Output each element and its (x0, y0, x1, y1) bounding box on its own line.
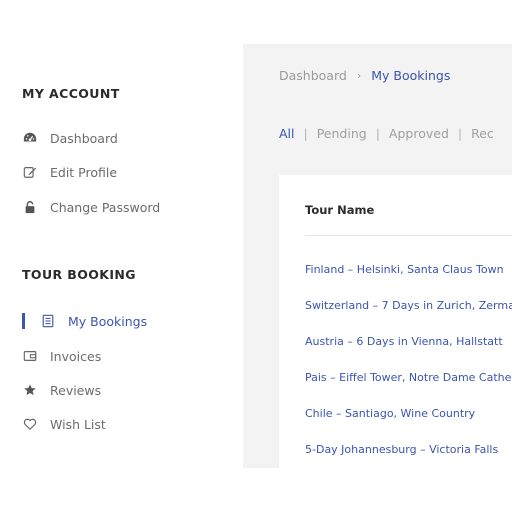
wallet-icon (22, 348, 38, 364)
star-icon (22, 382, 38, 398)
sidebar-item-invoices[interactable]: Invoices (22, 346, 101, 366)
table-row[interactable]: Switzerland – 7 Days in Zurich, Zermatt (305, 299, 512, 312)
breadcrumb-current: My Bookings (371, 68, 451, 83)
sidebar-item-wish-list[interactable]: Wish List (22, 414, 106, 434)
sidebar-item-label: Invoices (50, 348, 102, 364)
sidebar-item-label: Change Password (50, 199, 161, 215)
filter-divider: | (375, 126, 380, 141)
column-header-tour-name: Tour Name (305, 203, 375, 217)
document-list-icon (40, 313, 56, 329)
sidebar-item-reviews[interactable]: Reviews (22, 380, 101, 400)
filter-tab-pending[interactable]: Pending (317, 126, 367, 141)
sidebar-item-label: My Bookings (68, 313, 148, 329)
breadcrumb-separator: › (356, 69, 362, 82)
sidebar-item-label: Reviews (50, 382, 102, 398)
sidebar-item-change-password[interactable]: Change Password (22, 197, 160, 217)
breadcrumb-dashboard-link[interactable]: Dashboard (279, 68, 347, 83)
sidebar-item-edit-profile[interactable]: Edit Profile (22, 162, 117, 182)
edit-icon (22, 164, 38, 180)
lock-icon (22, 199, 38, 215)
filter-tab-rec[interactable]: Rec (471, 126, 494, 141)
sidebar-item-label: Edit Profile (50, 164, 118, 180)
bookings-table: Tour Name Finland – Helsinki, Santa Clau… (279, 175, 512, 468)
sidebar-item-label: Wish List (50, 416, 106, 432)
filter-tab-approved[interactable]: Approved (389, 126, 449, 141)
table-row[interactable]: Austria – 6 Days in Vienna, Hallstatt (305, 335, 503, 348)
tour-booking-heading: TOUR BOOKING (22, 267, 136, 282)
table-header-divider (305, 235, 512, 236)
dashboard-gauge-icon (22, 130, 38, 146)
sidebar-item-dashboard[interactable]: Dashboard (22, 128, 118, 148)
breadcrumb: Dashboard › My Bookings (279, 68, 450, 83)
my-account-heading: MY ACCOUNT (22, 86, 120, 101)
heart-icon (22, 416, 38, 432)
filter-divider: | (303, 126, 308, 141)
filter-divider: | (457, 126, 463, 141)
table-row[interactable]: Pais – Eiffel Tower, Notre Dame Cathedra… (305, 371, 512, 384)
filter-tab-all[interactable]: All (279, 126, 295, 141)
sidebar: MY ACCOUNT Dashboard Edit Profile Change… (0, 44, 243, 468)
booking-status-filters: All | Pending | Approved | Rec (279, 126, 494, 141)
table-row[interactable]: 5-Day Johannesburg – Victoria Falls (305, 443, 498, 456)
table-row[interactable]: Finland – Helsinki, Santa Claus Town (305, 263, 504, 276)
sidebar-item-label: Dashboard (50, 130, 118, 146)
table-row[interactable]: Chile – Santiago, Wine Country (305, 407, 475, 420)
active-indicator (22, 313, 25, 329)
main-content: Dashboard › My Bookings All | Pending | … (243, 44, 512, 468)
sidebar-item-my-bookings[interactable]: My Bookings (40, 311, 147, 331)
